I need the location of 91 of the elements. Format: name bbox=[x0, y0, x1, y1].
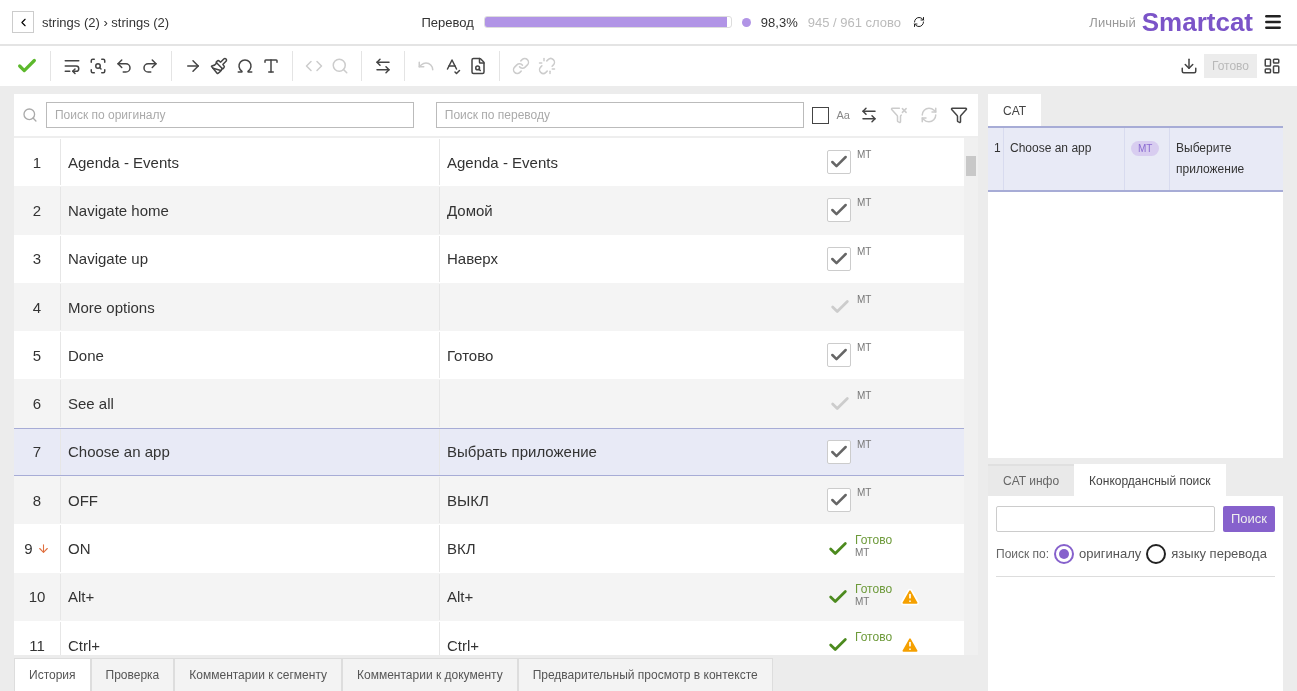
status-text: Готово bbox=[855, 581, 893, 596]
source-text: Navigate up bbox=[68, 250, 149, 268]
bottom-tab[interactable]: Комментарии к документу bbox=[342, 658, 518, 691]
concordance-search-field[interactable] bbox=[996, 505, 1215, 532]
scrollbar[interactable] bbox=[964, 138, 978, 655]
segment-number: 3 bbox=[32, 250, 42, 268]
refresh-icon[interactable] bbox=[911, 14, 927, 30]
breadcrumb: strings (2) › strings (2) bbox=[42, 14, 170, 30]
target-text: Выбрать приложение bbox=[447, 443, 597, 461]
segment-row[interactable]: 7 Choose an app Выбрать приложение МТ bbox=[14, 427, 964, 477]
panel-tab[interactable]: CAT bbox=[988, 94, 1042, 126]
bottom-tab[interactable]: Проверка bbox=[90, 658, 175, 691]
progress-label: Перевод bbox=[421, 14, 474, 30]
target-text: ВКЛ bbox=[447, 540, 476, 557]
source-text: Alt+ bbox=[68, 588, 95, 606]
search-icon bbox=[22, 107, 38, 123]
segment-number: 11 bbox=[29, 636, 45, 654]
search-by-label: Поиск по: bbox=[996, 546, 1050, 561]
source-text: Done bbox=[68, 346, 104, 364]
mt-label: МТ bbox=[857, 390, 872, 402]
target-text: Наверх bbox=[447, 250, 498, 268]
source-text: ON bbox=[68, 540, 91, 557]
segment-row[interactable]: 4 More options МТ bbox=[14, 282, 964, 332]
match-source: Choose an app bbox=[1010, 141, 1092, 155]
mt-label: МТ bbox=[857, 438, 872, 450]
back-button[interactable] bbox=[12, 11, 34, 33]
source-text: Ctrl+ bbox=[68, 636, 101, 654]
cat-match-row[interactable]: 1 Choose an app МТ Выберите приложение bbox=[988, 126, 1283, 192]
confirm-checkbox[interactable] bbox=[827, 150, 851, 175]
bottom-tab[interactable]: Предварительный просмотр в контексте bbox=[517, 658, 773, 691]
logo: Smartcat bbox=[1141, 6, 1253, 38]
match-case-label: Aa bbox=[836, 109, 850, 121]
target-text: Домой bbox=[447, 201, 493, 219]
status-text: Готово bbox=[855, 629, 893, 644]
confirm-checkbox[interactable] bbox=[827, 246, 851, 271]
account-label: Личный bbox=[1089, 14, 1136, 30]
target-search-field[interactable]: Поиск по переводу bbox=[435, 102, 804, 128]
source-search-field[interactable]: Поиск по оригиналу bbox=[45, 102, 414, 128]
segment-row[interactable]: 10 Alt+ Alt+ Готово МТ bbox=[14, 572, 964, 621]
radio-button[interactable] bbox=[1146, 543, 1167, 564]
segment-row[interactable]: 6 See all МТ bbox=[14, 379, 964, 428]
mt-label: МТ bbox=[857, 342, 872, 354]
source-text: Agenda - Events bbox=[68, 153, 179, 171]
target-text: Agenda - Events bbox=[447, 153, 558, 171]
segment-number: 7 bbox=[32, 443, 42, 461]
segment-number: 9 bbox=[24, 540, 33, 557]
segment-number: 10 bbox=[28, 588, 46, 606]
status-dot bbox=[741, 17, 751, 27]
radio-label: языку перевода bbox=[1171, 546, 1267, 562]
confirm-checkbox[interactable] bbox=[827, 343, 851, 368]
mt-label: МТ bbox=[857, 487, 872, 499]
search-button[interactable]: Поиск bbox=[1222, 505, 1275, 532]
segment-row[interactable]: 2 Navigate home Домой МТ bbox=[14, 186, 964, 235]
brush-icon[interactable] bbox=[208, 55, 230, 77]
target-text: Ctrl+ bbox=[447, 636, 480, 654]
match-number: 1 bbox=[994, 141, 1001, 155]
source-text: Choose an app bbox=[68, 443, 170, 461]
bottom-tab[interactable]: Комментарии к сегменту bbox=[174, 658, 343, 691]
match-case-checkbox[interactable] bbox=[811, 106, 829, 124]
bottom-tab[interactable]: История bbox=[14, 658, 91, 691]
progress-percent: 98,3% bbox=[760, 14, 798, 30]
segment-row[interactable]: 8 OFF ВЫКЛ МТ bbox=[14, 476, 964, 525]
mt-label: МТ bbox=[857, 197, 872, 209]
mt-label: МТ bbox=[857, 245, 872, 257]
word-count: 945 / 961 слово bbox=[807, 14, 901, 30]
status-text: Готово bbox=[855, 533, 893, 548]
radio-label: оригиналу bbox=[1079, 546, 1142, 562]
mt-label: МТ bbox=[857, 293, 872, 305]
confirm-checkbox[interactable] bbox=[827, 488, 851, 513]
segment-number: 6 bbox=[32, 395, 42, 413]
segment-number: 2 bbox=[32, 201, 42, 219]
target-text: Готово bbox=[447, 346, 494, 364]
segment-number: 4 bbox=[32, 298, 42, 316]
source-text: More options bbox=[68, 298, 155, 316]
segment-number: 1 bbox=[32, 153, 42, 171]
target-text: ВЫКЛ bbox=[447, 491, 489, 509]
radio-button[interactable] bbox=[1054, 543, 1075, 564]
segment-number: 8 bbox=[32, 491, 42, 509]
mt-label: МТ bbox=[855, 595, 871, 607]
target-text: Alt+ bbox=[447, 588, 474, 606]
source-text: OFF bbox=[68, 491, 98, 509]
mt-label: МТ bbox=[855, 547, 871, 559]
source-text: See all bbox=[68, 395, 114, 413]
panel-tab[interactable]: Конкордансный поиск bbox=[1074, 463, 1226, 496]
segment-number: 5 bbox=[32, 346, 42, 364]
source-text: Navigate home bbox=[68, 201, 169, 219]
match-target: Выберите приложение bbox=[1176, 141, 1245, 176]
confirm-checkbox[interactable] bbox=[827, 198, 851, 223]
mt-badge: МТ bbox=[1131, 141, 1160, 156]
mt-label: МТ bbox=[857, 149, 872, 160]
confirm-checkbox[interactable] bbox=[827, 439, 851, 464]
